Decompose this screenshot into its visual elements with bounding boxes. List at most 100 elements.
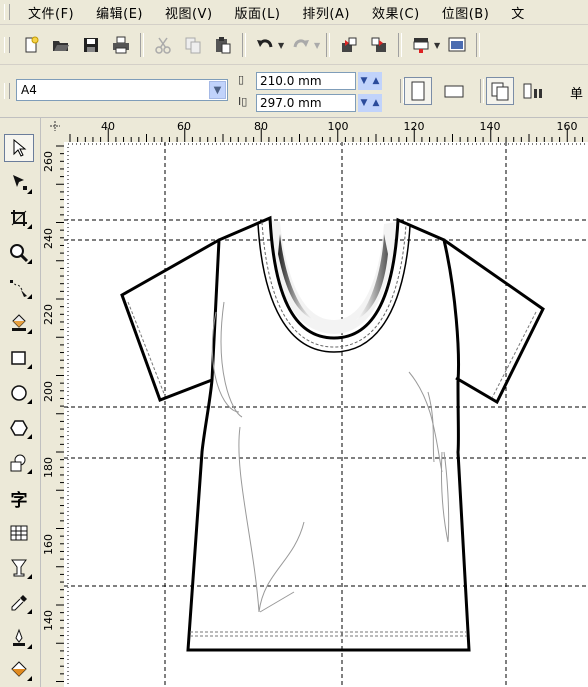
flyout-corner-icon [27,224,32,229]
menu-bar: 文件(F) 编辑(E) 视图(V) 版面(L) 排列(A) 效果(C) 位图(B… [0,0,588,25]
chevron-up-icon[interactable]: ▲ [370,72,382,90]
rectangle-tool[interactable] [4,344,34,372]
zoom-tool[interactable] [4,239,34,267]
fill-tool[interactable] [4,656,34,684]
height-spinner[interactable]: ▼ ▲ [358,94,382,112]
menu-grip[interactable] [4,4,10,20]
portrait-button[interactable] [404,77,432,105]
portrait-icon [411,81,425,101]
paste-icon [216,37,231,54]
property-bar: A4 ▼ ▯ 210.0 mm ▼ ▲ I▯ 297.0 mm ▼ ▲ 单 [0,65,588,118]
chevron-up-icon[interactable]: ▲ [370,94,382,112]
new-document-button[interactable] [17,31,45,59]
undo-dropdown-icon[interactable]: ▼ [278,41,286,50]
flyout-corner-icon [27,189,32,194]
menu-edit[interactable]: 编辑(E) [84,3,153,22]
toolbar-separator [326,33,330,57]
ellipse-tool[interactable] [4,379,34,407]
menu-layout[interactable]: 版面(L) [223,3,291,22]
undo-icon [257,39,273,48]
pick-tool-icon [13,139,27,157]
copy-button[interactable] [179,31,207,59]
welcome-screen-button[interactable] [443,31,471,59]
landscape-button[interactable] [440,77,468,105]
eyedropper-tool-icon [11,595,27,611]
vertical-ruler[interactable]: 260 240 220 200 180 160 140 [42,142,65,687]
zoom-tool-icon [10,244,29,263]
text-tool[interactable]: 字 [4,484,34,512]
welcome-screen-icon [448,37,466,52]
flyout-corner-icon [27,644,32,649]
drawing-canvas[interactable] [64,142,588,687]
rectangle-tool-icon [11,351,26,365]
property-bar-grip[interactable] [4,83,10,99]
shape-tool[interactable] [4,169,34,197]
ruler-origin-icon [50,121,60,131]
flyout-corner-icon [27,364,32,369]
current-page-button[interactable] [520,77,548,105]
left-sleeve-stitch [127,301,166,397]
paste-button[interactable] [209,31,237,59]
pick-tool[interactable] [4,134,34,162]
menu-file[interactable]: 文件(F) [16,3,84,22]
menu-arrange[interactable]: 排列(A) [290,3,360,22]
cut-button[interactable] [149,31,177,59]
save-button[interactable] [77,31,105,59]
menu-effects[interactable]: 效果(C) [360,3,430,22]
guidelines[interactable] [64,142,588,687]
menu-bitmaps[interactable]: 位图(B) [430,3,500,22]
ruler-origin[interactable] [42,118,65,143]
table-tool[interactable] [4,519,34,547]
toolbar-grip[interactable] [4,37,10,53]
menu-view[interactable]: 视图(V) [153,3,223,22]
basic-shapes-tool[interactable] [4,449,34,477]
t-shirt-drawing[interactable] [64,142,588,687]
paper-size-select[interactable]: A4 ▼ [16,79,228,101]
standard-toolbar: ▼ ▼ ▼ [0,26,588,65]
outline-tool[interactable] [4,624,34,652]
page-border [67,143,588,687]
smart-fill-tool[interactable] [4,309,34,337]
export-button[interactable] [365,31,393,59]
ruler-label: 60 [177,120,191,133]
fill-tool-icon [11,661,27,677]
redo-button[interactable] [287,31,315,59]
page-width-control: ▯ 210.0 mm ▼ ▲ [238,71,386,91]
page-height-control: I▯ 297.0 mm ▼ ▲ [238,93,386,113]
interactive-blend-tool[interactable] [4,554,34,582]
horizontal-ruler[interactable]: 40 60 80 100 120 140 160 [64,118,588,143]
print-button[interactable] [107,31,135,59]
ruler-label: 180 [42,457,55,478]
paper-size-value: A4 [21,83,37,97]
page-height-input[interactable]: 297.0 mm [256,94,356,112]
menu-text[interactable]: 文 [499,3,535,22]
freehand-tool[interactable] [4,274,34,302]
ruler-label: 200 [42,381,55,402]
ruler-label: 240 [42,228,55,249]
flyout-corner-icon [27,294,32,299]
outline-tool-icon [13,628,25,646]
undo-button[interactable] [251,31,279,59]
ruler-label: 140 [479,120,501,133]
chevron-down-icon[interactable]: ▼ [358,94,370,112]
open-button[interactable] [47,31,75,59]
width-spinner[interactable]: ▼ ▲ [358,72,382,90]
page-width-input[interactable]: 210.0 mm [256,72,356,90]
toolbar-separator [140,33,144,57]
chevron-down-icon[interactable]: ▼ [209,81,226,99]
crop-tool[interactable] [4,204,34,232]
polygon-tool[interactable] [4,414,34,442]
chevron-down-icon[interactable]: ▼ [358,72,370,90]
application-launcher-button[interactable] [407,31,435,59]
width-icon: ▯ [238,73,245,86]
tshirt-body-outline[interactable] [186,215,471,652]
import-button[interactable] [335,31,363,59]
redo-dropdown-icon[interactable]: ▼ [314,41,322,50]
launcher-dropdown-icon[interactable]: ▼ [434,41,442,50]
all-pages-button[interactable] [486,77,514,105]
ruler-label: 140 [42,610,55,631]
eyedropper-tool[interactable] [4,589,34,617]
shape-tool-icon [13,175,27,190]
ruler-label: 220 [42,304,55,325]
left-sleeve[interactable] [120,238,220,402]
